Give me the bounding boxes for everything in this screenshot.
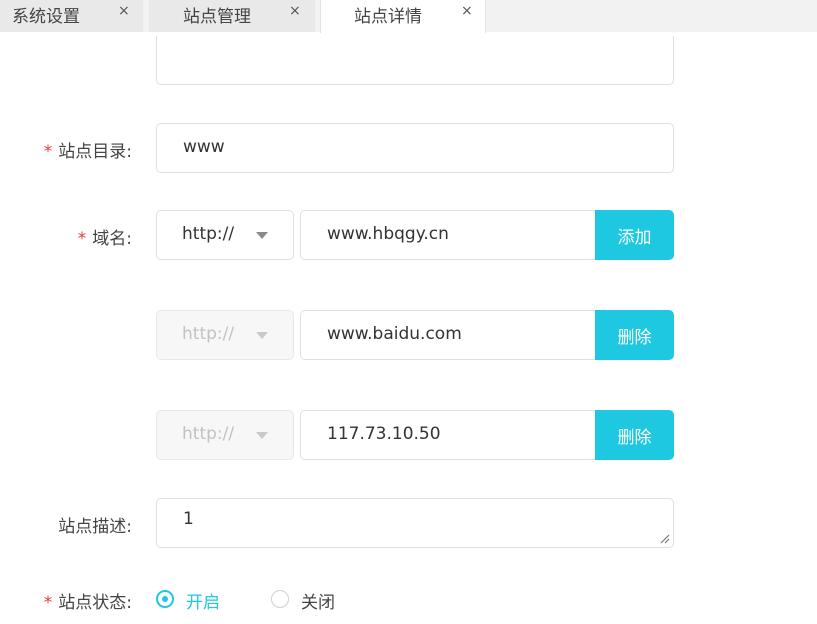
add-domain-button[interactable]: 添加 [595,210,674,260]
previous-field-input[interactable] [156,36,674,85]
domain-input[interactable]: 117.73.10.50 [300,410,596,460]
tab-site-detail[interactable]: 站点详情 × [320,0,486,33]
site-status-label: * 站点状态: [43,593,132,613]
site-desc-value: 1 [183,509,194,529]
chevron-down-icon [256,232,268,239]
radio-enabled[interactable] [156,590,174,608]
close-icon[interactable]: × [289,3,301,19]
radio-disabled-label[interactable]: 关闭 [301,588,335,613]
resize-handle-icon[interactable] [660,534,670,544]
required-mark: * [77,229,87,249]
close-icon[interactable]: × [118,3,130,19]
site-dir-label: * 站点目录: [43,142,132,162]
domain-value: www.baidu.com [327,324,462,344]
chevron-down-icon [256,432,268,439]
required-mark: * [43,593,53,613]
tab-system-settings[interactable]: 系统设置 × [0,0,143,32]
required-mark: * [43,142,53,162]
tab-label: 站点管理 [183,7,251,27]
chevron-down-icon [256,332,268,339]
site-dir-input[interactable]: www [156,123,674,173]
close-icon[interactable]: × [461,3,473,19]
domain-value: www.hbqgy.cn [327,224,449,244]
radio-disabled[interactable] [271,590,289,608]
protocol-select: http:// [156,410,294,460]
domain-input[interactable]: www.baidu.com [300,310,596,360]
tab-label: 站点详情 [354,7,422,27]
protocol-value: http:// [182,424,235,444]
tab-site-management[interactable]: 站点管理 × [149,0,315,32]
site-dir-value: www [183,137,225,157]
protocol-value: http:// [182,324,235,344]
site-desc-label: 站点描述: [58,517,132,537]
domain-input[interactable]: www.hbqgy.cn [300,210,596,260]
protocol-select[interactable]: http:// [156,210,294,260]
domain-value: 117.73.10.50 [327,424,441,444]
delete-domain-button[interactable]: 删除 [595,310,674,360]
delete-domain-button[interactable]: 删除 [595,410,674,460]
site-desc-textarea[interactable]: 1 [156,498,674,548]
tab-label: 系统设置 [12,7,80,27]
radio-enabled-label[interactable]: 开启 [186,588,220,613]
tab-bar: 系统设置 × 站点管理 × 站点详情 × [0,0,817,33]
protocol-value: http:// [182,224,235,244]
protocol-select: http:// [156,310,294,360]
domain-label: * 域名: [77,229,132,249]
